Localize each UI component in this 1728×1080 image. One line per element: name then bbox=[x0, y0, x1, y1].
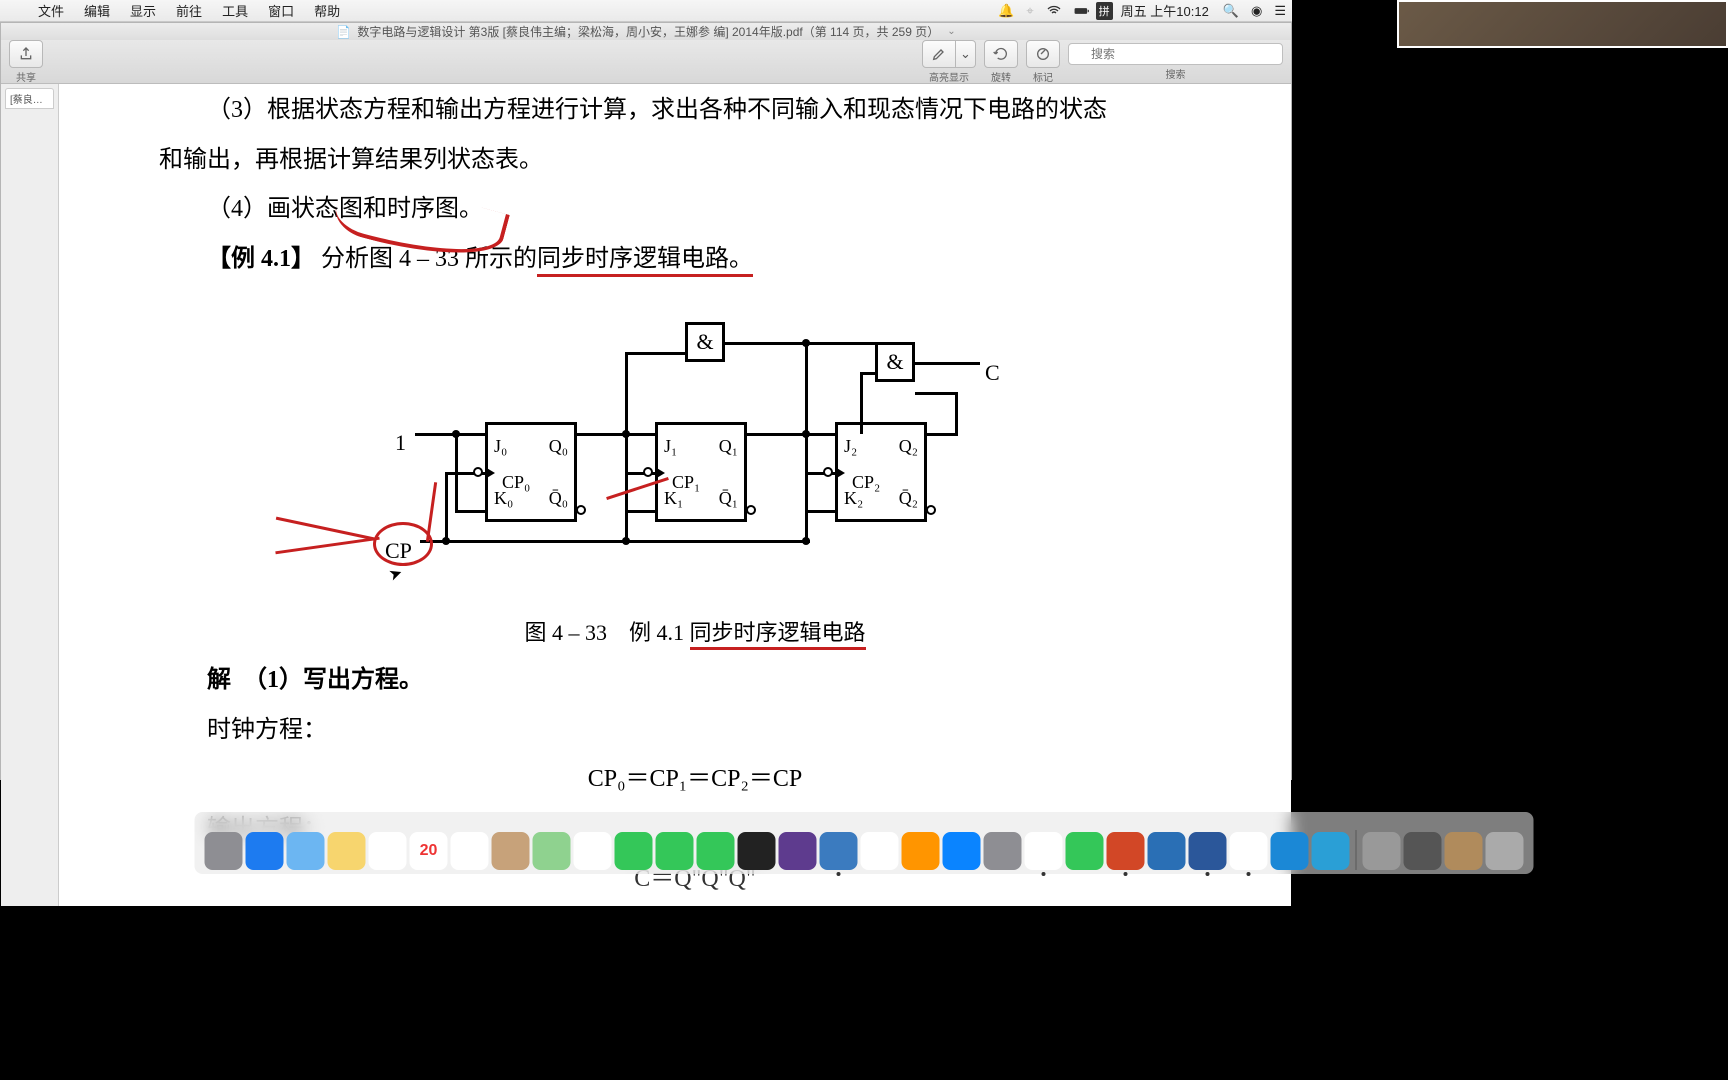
and-gate-1: & bbox=[685, 322, 725, 362]
example-label: 【例 4.1】 bbox=[207, 246, 315, 272]
dock-reminders[interactable] bbox=[369, 832, 407, 870]
dock-preview[interactable] bbox=[820, 832, 858, 870]
preview-window: 📄 数字电路与逻辑设计 第3版 [蔡良伟主编；梁松海，周小安，王娜参 编] 20… bbox=[0, 22, 1292, 780]
flipflop-1: J₁ Q₁ CP₁ K₁ Q̄₁ bbox=[655, 422, 747, 522]
menu-edit[interactable]: 编辑 bbox=[74, 1, 120, 20]
highlight-label: 高亮显示 bbox=[929, 69, 969, 84]
highlight-button[interactable] bbox=[922, 40, 956, 68]
text-line-1: （3）根据状态方程和输出方程进行计算，求出各种不同输入和现态情况下电路的状态 bbox=[159, 88, 1231, 134]
text-example: 【例 4.1】 分析图 4 – 33 所示的同步时序逻辑电路。 bbox=[159, 237, 1231, 283]
battery-icon[interactable] bbox=[1068, 3, 1096, 19]
dock-settings[interactable] bbox=[984, 832, 1022, 870]
menubar: 文件 编辑 显示 前往 工具 窗口 帮助 🔔 ⌖ 拼 周五 上午10:12 🔍 … bbox=[0, 0, 1292, 22]
menu-window[interactable]: 窗口 bbox=[258, 1, 304, 20]
menu-help[interactable]: 帮助 bbox=[304, 1, 350, 20]
text-solve: 解 （1）写出方程。 bbox=[159, 658, 1231, 704]
dock-mail[interactable] bbox=[574, 832, 612, 870]
bluetooth-icon[interactable]: ⌖ bbox=[1020, 3, 1039, 19]
video-thumbnail bbox=[1397, 0, 1728, 48]
dock-imovie[interactable] bbox=[779, 832, 817, 870]
dock-music[interactable] bbox=[861, 832, 899, 870]
search-label: 搜索 bbox=[1166, 66, 1186, 81]
dock-chrome[interactable] bbox=[1025, 832, 1063, 870]
dock-appstore[interactable] bbox=[943, 832, 981, 870]
circuit-diagram: J₀ Q₀ CP₀ K₀ Q̄₀ J₁ Q₁ CP₁ K₁ Q̄₁ J₂ bbox=[345, 312, 1045, 602]
dock-calendar[interactable]: 20 bbox=[410, 832, 448, 870]
example-text-underlined: 同步时序逻辑电路。 bbox=[537, 246, 753, 277]
annotation-arrow-2 bbox=[275, 537, 379, 555]
sidebar-tab[interactable]: [蔡良伟... bbox=[5, 88, 54, 109]
rotate-button[interactable] bbox=[984, 40, 1018, 68]
pdf-page[interactable]: （3）根据状态方程和输出方程进行计算，求出各种不同输入和现态情况下电路的状态 和… bbox=[59, 84, 1291, 906]
and-gate-2: & bbox=[875, 342, 915, 382]
share-label: 共享 bbox=[16, 69, 36, 84]
dock-books[interactable] bbox=[902, 832, 940, 870]
menu-tools[interactable]: 工具 bbox=[212, 1, 258, 20]
output-c-label: C bbox=[985, 352, 1000, 394]
dock-siri[interactable] bbox=[738, 832, 776, 870]
menu-view[interactable]: 显示 bbox=[120, 1, 166, 20]
annotation-circle-cp bbox=[373, 522, 433, 566]
figure-caption: 图 4 – 33 例 4.1 同步时序逻辑电路 bbox=[159, 612, 1231, 654]
dock-download2[interactable] bbox=[1404, 832, 1442, 870]
search-input[interactable] bbox=[1068, 43, 1283, 65]
text-line-2: 和输出，再根据计算结果列状态表。 bbox=[159, 138, 1231, 184]
wifi-icon[interactable] bbox=[1040, 3, 1068, 19]
text-clock-eq: CP₀＝CP₁＝CP₂＝CP bbox=[159, 757, 1231, 803]
dock-maps[interactable] bbox=[533, 832, 571, 870]
dock-photos[interactable] bbox=[451, 832, 489, 870]
window-title: 数字电路与逻辑设计 第3版 [蔡良伟主编；梁松海，周小安，王娜参 编] 2014… bbox=[357, 23, 939, 40]
text-step4: （4）画状态图和时序图。 bbox=[159, 187, 1231, 233]
share-button[interactable] bbox=[9, 40, 43, 68]
dock-folder[interactable] bbox=[287, 832, 325, 870]
dock-facetime[interactable] bbox=[656, 832, 694, 870]
markup-label: 标记 bbox=[1033, 69, 1053, 84]
flipflop-2: J₂ Q₂ CP₂ K₂ Q̄₂ bbox=[835, 422, 927, 522]
dock-mindmap[interactable] bbox=[1148, 832, 1186, 870]
dock-launchpad[interactable] bbox=[205, 832, 243, 870]
dock-xcode[interactable] bbox=[1271, 832, 1309, 870]
dock-download1[interactable] bbox=[1363, 832, 1401, 870]
text-clock-eq-label: 时钟方程： bbox=[159, 708, 1231, 754]
siri-icon[interactable]: ◉ bbox=[1245, 3, 1268, 19]
spotlight-icon[interactable]: 🔍 bbox=[1217, 3, 1245, 19]
highlight-dropdown-button[interactable]: ⌄ bbox=[956, 40, 976, 68]
dock-messages[interactable] bbox=[615, 832, 653, 870]
dock-word[interactable] bbox=[1189, 832, 1227, 870]
markup-button[interactable] bbox=[1026, 40, 1060, 68]
dock-wps[interactable] bbox=[1312, 832, 1350, 870]
input-1-label: 1 bbox=[395, 422, 406, 464]
rotate-label: 旋转 bbox=[991, 69, 1011, 84]
sidebar: [蔡良伟... bbox=[1, 84, 59, 906]
menubar-clock[interactable]: 周五 上午10:12 bbox=[1113, 1, 1217, 20]
toolbar: 共享 ⌄ 高亮显示 旋转 标记 🔍 搜索 bbox=[1, 40, 1291, 84]
title-dropdown-icon[interactable]: ⌄ bbox=[947, 26, 955, 37]
dock-powerpoint[interactable] bbox=[1107, 832, 1145, 870]
dock-safari[interactable] bbox=[246, 832, 284, 870]
menu-go[interactable]: 前往 bbox=[166, 1, 212, 20]
dock-findmy[interactable] bbox=[697, 832, 735, 870]
dock-contacts[interactable] bbox=[492, 832, 530, 870]
menu-extra-icon[interactable]: ☰ bbox=[1268, 3, 1292, 19]
document-icon: 📄 bbox=[336, 25, 351, 39]
dock: 20 bbox=[195, 812, 1534, 874]
annotation-arrow-1 bbox=[276, 517, 374, 541]
annotation-wire-1 bbox=[426, 482, 437, 542]
menu-file[interactable]: 文件 bbox=[28, 1, 74, 20]
dock-qq[interactable] bbox=[1230, 832, 1268, 870]
dock-stack[interactable] bbox=[1445, 832, 1483, 870]
dock-numbers[interactable] bbox=[1066, 832, 1104, 870]
window-titlebar: 📄 数字电路与逻辑设计 第3版 [蔡良伟主编；梁松海，周小安，王娜参 编] 20… bbox=[1, 23, 1291, 40]
dock-notes[interactable] bbox=[328, 832, 366, 870]
dock-trash[interactable] bbox=[1486, 832, 1524, 870]
black-bar-right bbox=[1389, 48, 1728, 780]
flipflop-0: J₀ Q₀ CP₀ K₀ Q̄₀ bbox=[485, 422, 577, 522]
notification-icon[interactable]: 🔔 bbox=[992, 3, 1020, 19]
input-method-icon[interactable]: 拼 bbox=[1096, 2, 1113, 20]
